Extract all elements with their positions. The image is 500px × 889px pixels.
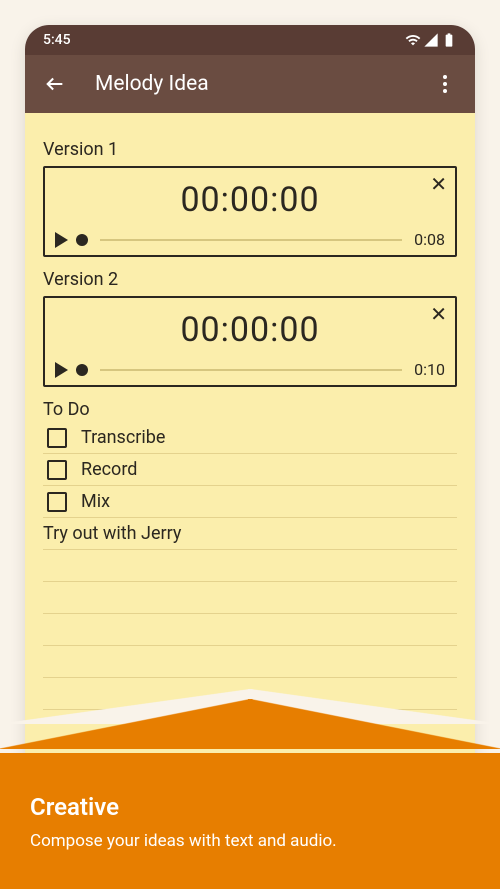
more-button[interactable] [433, 72, 457, 96]
audio-player-1: ✕ 00:00:00 0:08 [43, 166, 457, 257]
todo-item-label: Record [81, 459, 137, 480]
play-button-2[interactable] [55, 362, 68, 378]
empty-line[interactable] [43, 646, 457, 678]
promo-subtitle: Compose your ideas with text and audio. [30, 831, 470, 851]
checkbox-3[interactable] [47, 492, 67, 512]
audio-controls-1: 0:08 [55, 230, 445, 249]
clock: 5:45 [43, 32, 71, 48]
checkbox-1[interactable] [47, 428, 67, 448]
audio-player-2: ✕ 00:00:00 0:10 [43, 296, 457, 387]
checkbox-2[interactable] [47, 460, 67, 480]
audio-close-2[interactable]: ✕ [430, 302, 447, 326]
todo-row: Record [43, 454, 457, 486]
battery-icon [441, 32, 457, 48]
scrubber-track-1[interactable] [100, 239, 402, 241]
more-vertical-icon [443, 75, 447, 93]
note-text-line[interactable]: Try out with Jerry [43, 518, 457, 550]
empty-line[interactable] [43, 614, 457, 646]
footer-wave [0, 699, 500, 749]
signal-icon [423, 32, 439, 48]
todo-row: Mix [43, 486, 457, 518]
audio-controls-2: 0:10 [55, 360, 445, 379]
status-bar: 5:45 [25, 25, 475, 55]
play-button-1[interactable] [55, 232, 68, 248]
empty-line[interactable] [43, 550, 457, 582]
promo-footer: Creative Compose your ideas with text an… [0, 753, 500, 889]
promo-title: Creative [30, 793, 470, 821]
todo-row: Transcribe [43, 422, 457, 454]
audio-timer-1: 00:00:00 [55, 180, 445, 220]
audio-duration-1: 0:08 [414, 230, 445, 249]
arrow-left-icon [44, 73, 66, 95]
audio-timer-2: 00:00:00 [55, 310, 445, 350]
todo-item-label: Transcribe [81, 427, 165, 448]
audio-label-2: Version 2 [43, 269, 457, 290]
app-bar: Melody Idea [25, 55, 475, 113]
audio-close-1[interactable]: ✕ [430, 172, 447, 196]
scrubber-track-2[interactable] [100, 369, 402, 371]
audio-label-1: Version 1 [43, 139, 457, 160]
status-icons [405, 32, 457, 48]
page-title: Melody Idea [95, 72, 433, 96]
empty-line[interactable] [43, 582, 457, 614]
note-text: Try out with Jerry [43, 523, 181, 544]
back-button[interactable] [43, 72, 67, 96]
audio-duration-2: 0:10 [414, 360, 445, 379]
wifi-icon [405, 32, 421, 48]
scrubber-thumb-2[interactable] [76, 364, 88, 376]
todo-item-label: Mix [81, 491, 110, 512]
todo-heading: To Do [43, 399, 457, 420]
scrubber-thumb-1[interactable] [76, 234, 88, 246]
